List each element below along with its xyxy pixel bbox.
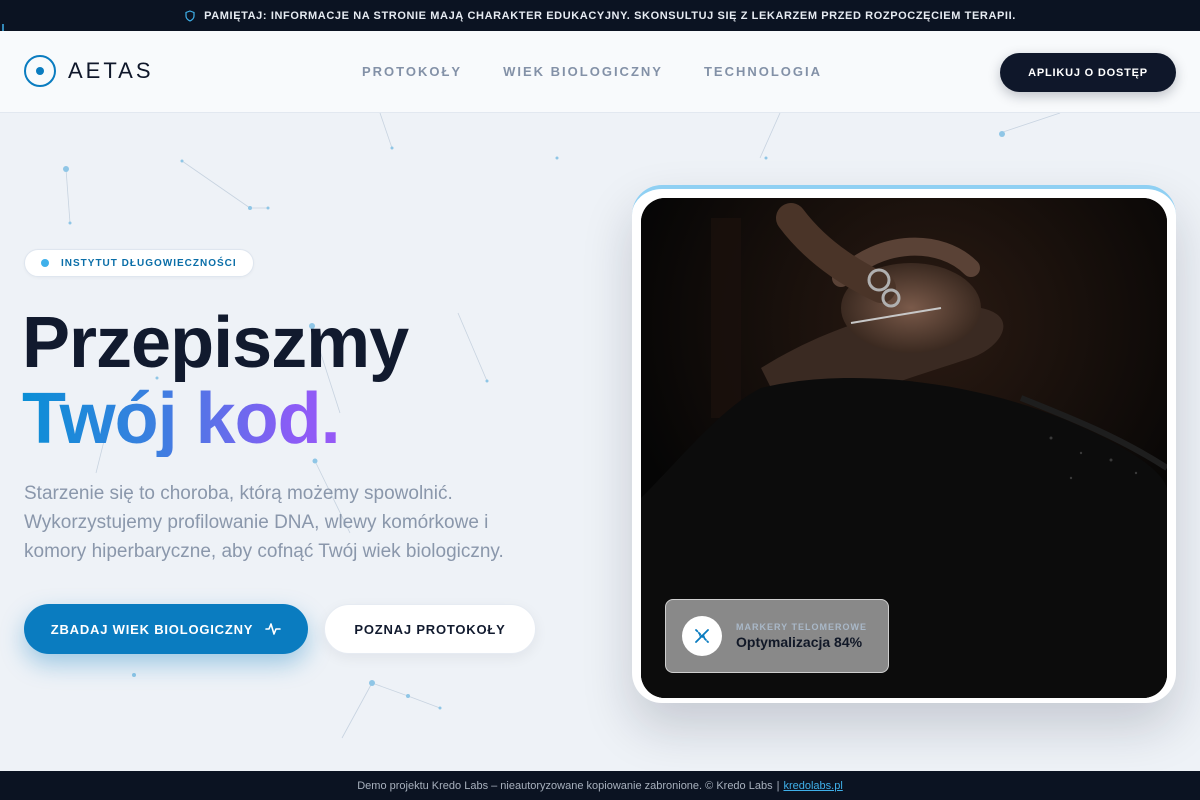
institute-badge: INSTYTUT DŁUGOWIECZNOŚCI bbox=[24, 249, 254, 277]
hero-photo: MARKERY TELOMEROWE Optymalizacja 84% bbox=[641, 198, 1167, 698]
brand-name: AETAS bbox=[68, 58, 154, 83]
nav-link-biological-age[interactable]: WIEK BIOLOGICZNY bbox=[503, 64, 663, 79]
stat-value: Optymalizacja 84% bbox=[736, 634, 863, 650]
badge-label: INSTYTUT DŁUGOWIECZNOŚCI bbox=[61, 257, 237, 269]
footer-separator: | bbox=[776, 779, 780, 792]
hero-image-card: MARKERY TELOMEROWE Optymalizacja 84% bbox=[632, 185, 1176, 703]
footer-copyright: Demo projektu Kredo Labs – nieautoryzowa… bbox=[357, 779, 773, 792]
hero-headline: Przepiszmy Twój kod. bbox=[22, 303, 409, 457]
stat-kicker: MARKERY TELOMEROWE bbox=[736, 622, 868, 632]
top-notice-bar: PAMIĘTAJ: INFORMACJE NA STRONIE MAJĄ CHA… bbox=[0, 0, 1200, 31]
dna-icon bbox=[682, 616, 722, 656]
footer-bar: Demo projektu Kredo Labs – nieautoryzowa… bbox=[0, 771, 1200, 800]
telomere-stat-card: MARKERY TELOMEROWE Optymalizacja 84% bbox=[665, 599, 889, 673]
nav-menu: PROTOKOŁY WIEK BIOLOGICZNY TECHNOLOGIA bbox=[362, 64, 822, 79]
nav-link-protocols[interactable]: PROTOKOŁY bbox=[362, 64, 462, 79]
hero-lead-text: Starzenie się to choroba, którą możemy s… bbox=[24, 483, 504, 562]
brand-logo[interactable]: AETAS bbox=[24, 55, 154, 87]
hero-section: INSTYTUT DŁUGOWIECZNOŚCI Przepiszmy Twój… bbox=[0, 113, 1200, 771]
shield-icon bbox=[185, 9, 195, 22]
main-navigation: AETAS PROTOKOŁY WIEK BIOLOGICZNY TECHNOL… bbox=[0, 31, 1200, 113]
headline-line-2: Twój kod. bbox=[22, 381, 408, 457]
notice-text: PAMIĘTAJ: INFORMACJE NA STRONIE MAJĄ CHA… bbox=[204, 9, 1016, 22]
explore-protocols-button[interactable]: POZNAJ PROTOKOŁY bbox=[324, 604, 536, 654]
nav-link-technology[interactable]: TECHNOLOGIA bbox=[704, 64, 822, 79]
apply-access-button[interactable]: APLIKUJ O DOSTĘP bbox=[1000, 53, 1176, 92]
footer-link-kredolabs[interactable]: kredolabs.pl bbox=[783, 780, 842, 792]
explore-button-label: ZBADAJ WIEK BIOLOGICZNY bbox=[50, 621, 254, 637]
headline-line-1: Przepiszmy bbox=[22, 303, 409, 383]
badge-dot-icon bbox=[41, 259, 49, 267]
explore-biological-age-button[interactable]: ZBADAJ WIEK BIOLOGICZNY bbox=[24, 604, 308, 654]
pulse-icon bbox=[265, 623, 282, 635]
logo-mark-icon bbox=[24, 55, 56, 87]
